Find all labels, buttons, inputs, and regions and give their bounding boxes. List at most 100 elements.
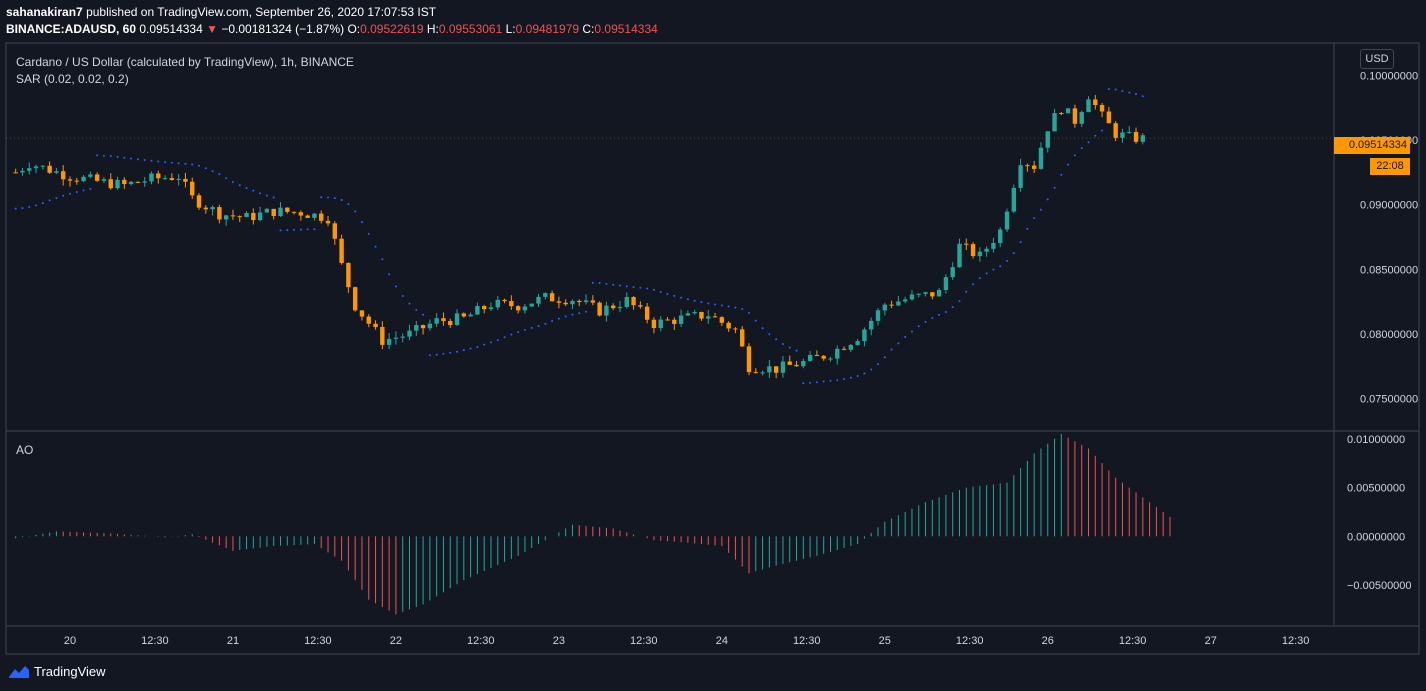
candle-body <box>332 223 338 239</box>
sar-dot <box>605 282 608 285</box>
candle-body <box>719 317 725 323</box>
candle-body <box>930 292 935 297</box>
candle-body <box>1045 131 1050 148</box>
ao-indicator-label[interactable]: AO <box>16 443 33 457</box>
sar-dot <box>191 163 194 166</box>
sar-dot <box>904 336 907 339</box>
candle-body <box>142 181 147 183</box>
sar-dot <box>632 286 635 289</box>
sar-dot <box>1107 88 1110 91</box>
sar-dot <box>327 196 330 199</box>
axis-labels: 0.07500000 0.08000000 0.08500000 0.09000000… <box>64 70 1418 647</box>
candle-body <box>590 300 596 303</box>
sar-dot <box>170 161 173 164</box>
candle-body <box>169 178 175 180</box>
ao-tick-label: 0.00000000 <box>1347 531 1405 543</box>
candle-body <box>230 215 236 217</box>
price-tick-label: 0.07500000 <box>1360 394 1418 406</box>
sar-dot <box>775 338 778 341</box>
candle-body <box>672 319 677 324</box>
sar-dot <box>618 284 621 287</box>
candle-body <box>291 211 297 213</box>
sar-dot <box>829 379 832 382</box>
sar-dot <box>1060 173 1063 176</box>
sar-dot <box>693 299 696 302</box>
candle-body <box>957 243 962 268</box>
sar-dot <box>938 313 941 316</box>
candle-body <box>509 301 514 307</box>
candle-body <box>434 318 439 324</box>
candle-body <box>1065 108 1071 114</box>
candle-body <box>122 179 127 185</box>
candle-body <box>1086 99 1091 113</box>
candle-body <box>257 212 263 221</box>
candle-body <box>176 178 181 180</box>
sar-dot <box>1033 217 1036 220</box>
candle-body <box>889 304 894 306</box>
price-tick-label: 0.09000000 <box>1360 200 1418 212</box>
sar-dot <box>1039 208 1042 211</box>
sar-dot <box>646 287 649 290</box>
sar-dot <box>347 203 350 206</box>
candle-body <box>875 310 881 321</box>
candle-body <box>685 313 691 316</box>
sar-dot <box>354 210 357 213</box>
candle-body <box>515 306 521 311</box>
sar-dot <box>544 322 547 325</box>
candle-body <box>217 207 222 220</box>
sar-dot <box>279 229 282 232</box>
candle-body <box>481 306 487 310</box>
time-tick-label: 23 <box>553 635 565 647</box>
sar-dot <box>1053 186 1056 189</box>
candle-body <box>312 213 317 218</box>
candle-body <box>841 348 847 350</box>
candle-body <box>1120 132 1125 138</box>
sar-dot <box>306 228 309 231</box>
sar-dot <box>1046 198 1049 201</box>
candle-body <box>787 361 792 365</box>
candle-body <box>196 195 202 208</box>
candle-body <box>807 354 813 361</box>
candle-body <box>278 207 283 217</box>
tradingview-logo[interactable]: TradingView <box>8 664 106 679</box>
chart-canvas[interactable]: 0.07500000 0.08000000 0.08500000 0.09000000… <box>0 0 1426 691</box>
candle-body <box>936 289 942 297</box>
candle-body <box>699 312 704 319</box>
time-tick-label: 12:30 <box>141 635 169 647</box>
candle-body <box>1031 165 1037 169</box>
sar-dot <box>211 170 214 173</box>
candle-body <box>1038 147 1044 169</box>
sar-dot <box>1006 259 1009 262</box>
time-tick-label: 12:30 <box>304 635 332 647</box>
candle-body <box>285 207 290 212</box>
candle-body <box>821 355 826 359</box>
sar-dot <box>75 191 78 194</box>
candle-body <box>733 328 738 330</box>
currency-button[interactable]: USD <box>1360 49 1394 69</box>
candle-body <box>950 267 955 278</box>
sar-dot <box>652 288 655 291</box>
candle-body <box>1099 104 1105 112</box>
sar-dot <box>82 189 85 192</box>
candle-body <box>1025 165 1030 167</box>
sar-dot <box>381 258 384 261</box>
candle-body <box>128 181 134 185</box>
candle-body <box>780 361 786 373</box>
sar-dot <box>931 316 934 319</box>
sar-dot <box>523 328 526 331</box>
candle-body <box>305 215 310 218</box>
sar-dot <box>102 154 105 157</box>
candle-body <box>644 306 650 320</box>
sar-dot <box>320 196 323 199</box>
sar-indicator-label[interactable]: SAR (0.02, 0.02, 0.2) <box>16 72 129 86</box>
sar-dot <box>809 381 812 384</box>
chart-frame <box>5 42 1420 655</box>
sar-dot <box>150 159 153 162</box>
candle-body <box>400 336 405 338</box>
time-tick-label: 24 <box>716 635 728 647</box>
sar-dot <box>1080 147 1083 150</box>
candle-body <box>40 165 46 167</box>
sar-dot <box>578 312 581 315</box>
sar-dot <box>639 286 642 289</box>
time-tick-label: 12:30 <box>467 635 495 647</box>
